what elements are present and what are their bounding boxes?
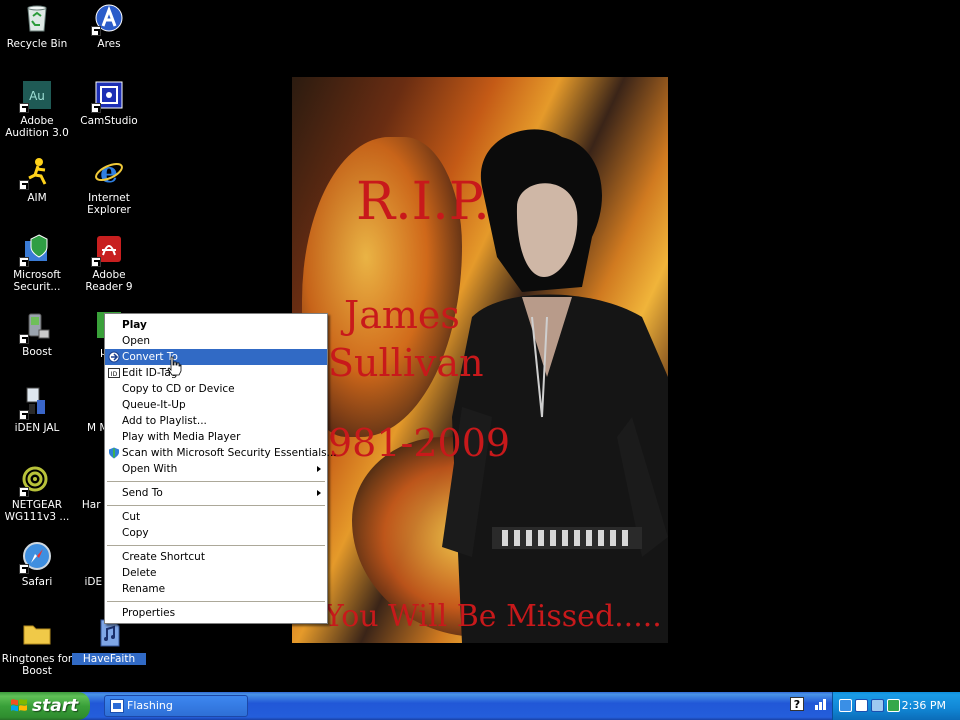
desktop-icon-label: Adobe Audition 3.0 [5, 115, 69, 139]
desktop-icon-label: Recycle Bin [6, 38, 68, 50]
desktop-icon-label: NETGEAR WG111v3 ... [4, 499, 70, 523]
desktop-icon-adobe-audition[interactable]: Au Adobe Audition 3.0 [0, 79, 74, 139]
folder-icon [21, 617, 53, 649]
ares-icon [91, 2, 125, 36]
menu-item-scan-security-essentials[interactable]: Scan with Microsoft Security Essentials.… [105, 445, 337, 461]
adobe-reader-icon [91, 233, 125, 267]
menu-item-cut[interactable]: Cut [105, 509, 327, 525]
menu-item-send-to[interactable]: Send To [105, 485, 327, 501]
poster-rip-text: R.I.P. [356, 172, 490, 232]
netgear-icon [19, 463, 53, 497]
submenu-arrow-icon [317, 466, 321, 472]
menu-separator [107, 481, 325, 482]
start-label: start [32, 696, 79, 716]
menu-item-label: Open With [122, 463, 178, 475]
desktop-icon-label: Ares [97, 38, 121, 50]
svg-text:e: e [100, 156, 118, 188]
convert-icon [108, 351, 120, 363]
desktop-icon-safari[interactable]: Safari [0, 540, 74, 588]
desktop-icon-label: AIM [27, 192, 47, 204]
taskbar-button-flashing[interactable]: Flashing [104, 695, 248, 717]
desktop-icon-iden-jal[interactable]: iDEN JAL [0, 386, 74, 434]
menu-item-properties[interactable]: Properties [105, 605, 327, 621]
internet-explorer-icon: e [93, 156, 125, 188]
submenu-arrow-icon [317, 490, 321, 496]
menu-item-add-to-playlist[interactable]: Add to Playlist... [105, 413, 327, 429]
menu-item-convert-to[interactable]: Convert To [105, 349, 327, 365]
desktop-icon-label: CamStudio [80, 115, 138, 127]
wallpaper-poster: R.I.P. James Sullivan 981-2009 You Will … [292, 77, 668, 643]
camstudio-icon [91, 79, 125, 113]
system-tray: 2:36 PM [832, 692, 960, 720]
wireless-network-icon[interactable] [814, 697, 828, 711]
iden-jal-icon [19, 386, 53, 420]
help-icon[interactable]: ? [790, 697, 804, 711]
poster-tagline: You Will Be Missed..... [324, 599, 662, 634]
menu-separator [107, 601, 325, 602]
taskbar-button-label: Flashing [127, 699, 173, 712]
menu-item-rename[interactable]: Rename [105, 581, 327, 597]
check-tray-icon[interactable] [887, 699, 900, 712]
menu-item-edit-id-tag[interactable]: ID Edit ID-Tag [105, 365, 327, 381]
hand-cursor-icon [167, 356, 182, 376]
desktop-icon-havefaith[interactable]: HaveFaith [72, 617, 146, 665]
menu-item-queue-it-up[interactable]: Queue-It-Up [105, 397, 327, 413]
desktop-icon-adobe-reader[interactable]: Adobe Reader 9 [72, 233, 146, 293]
desktop-icon-label: Adobe Reader 9 [85, 269, 133, 293]
desktop-icon-label: Internet Explorer [87, 192, 131, 216]
desktop-icon-label: Microsoft Securit... [13, 269, 61, 293]
desktop-icon-netgear[interactable]: NETGEAR WG111v3 ... [0, 463, 74, 523]
security-tray-icon[interactable] [839, 699, 852, 712]
menu-item-label: Send To [122, 487, 163, 499]
menu-item-open[interactable]: Open [105, 333, 327, 349]
windows-logo-icon [11, 699, 27, 712]
desktop-icon-recycle-bin[interactable]: Recycle Bin [0, 2, 74, 50]
menu-item-label: Scan with Microsoft Security Essentials.… [122, 447, 337, 459]
desktop-icon-boost[interactable]: Boost [0, 310, 74, 358]
microsoft-security-icon [19, 233, 53, 267]
poster-last-name: Sullivan [328, 341, 484, 385]
desktop-icon-camstudio[interactable]: CamStudio [72, 79, 146, 127]
desktop-icon-label: HaveFaith [72, 653, 146, 665]
boost-icon [19, 310, 53, 344]
context-menu: Play Open Convert To ID Edit ID-Tag Copy… [104, 313, 337, 624]
clock[interactable]: 2:36 PM [902, 692, 946, 720]
desktop-icon-label: Boost [22, 346, 52, 358]
svg-text:ID: ID [111, 371, 118, 378]
adobe-audition-icon: Au [19, 79, 53, 113]
aim-icon [19, 156, 53, 190]
menu-item-copy-to-cd[interactable]: Copy to CD or Device [105, 381, 327, 397]
menu-item-open-with[interactable]: Open With [105, 461, 327, 477]
security-shield-icon [109, 447, 119, 459]
menu-separator [107, 505, 325, 506]
desktop-icon-aim[interactable]: AIM [0, 156, 74, 204]
start-button[interactable]: start [0, 692, 90, 720]
desktop-icon-label: Safari [21, 576, 53, 588]
menu-item-delete[interactable]: Delete [105, 565, 327, 581]
menu-separator [107, 545, 325, 546]
menu-item-create-shortcut[interactable]: Create Shortcut [105, 549, 327, 565]
id-tag-icon: ID [108, 368, 120, 378]
poster-first-name: James [344, 293, 460, 337]
network-tray-icon[interactable] [871, 699, 884, 712]
svg-text:Au: Au [29, 89, 45, 103]
desktop-icon-internet-explorer[interactable]: e Internet Explorer [72, 156, 146, 216]
window-icon [110, 699, 124, 713]
recycle-bin-icon [21, 2, 53, 34]
camstudio-tray-icon[interactable] [855, 699, 868, 712]
menu-item-play-with-media-player[interactable]: Play with Media Player [105, 429, 327, 445]
poster-years: 981-2009 [328, 421, 511, 465]
desktop-icon-ares[interactable]: Ares [72, 2, 146, 50]
safari-icon [19, 540, 53, 574]
desktop-icon-ringtones-folder[interactable]: Ringtones for Boost [0, 617, 74, 677]
menu-item-copy[interactable]: Copy [105, 525, 327, 541]
desktop-icon-label: iDEN JAL [14, 422, 60, 434]
desktop-icon-label: Ringtones for Boost [1, 653, 73, 677]
menu-item-play[interactable]: Play [105, 317, 327, 333]
desktop-icon-microsoft-security[interactable]: Microsoft Securit... [0, 233, 74, 293]
